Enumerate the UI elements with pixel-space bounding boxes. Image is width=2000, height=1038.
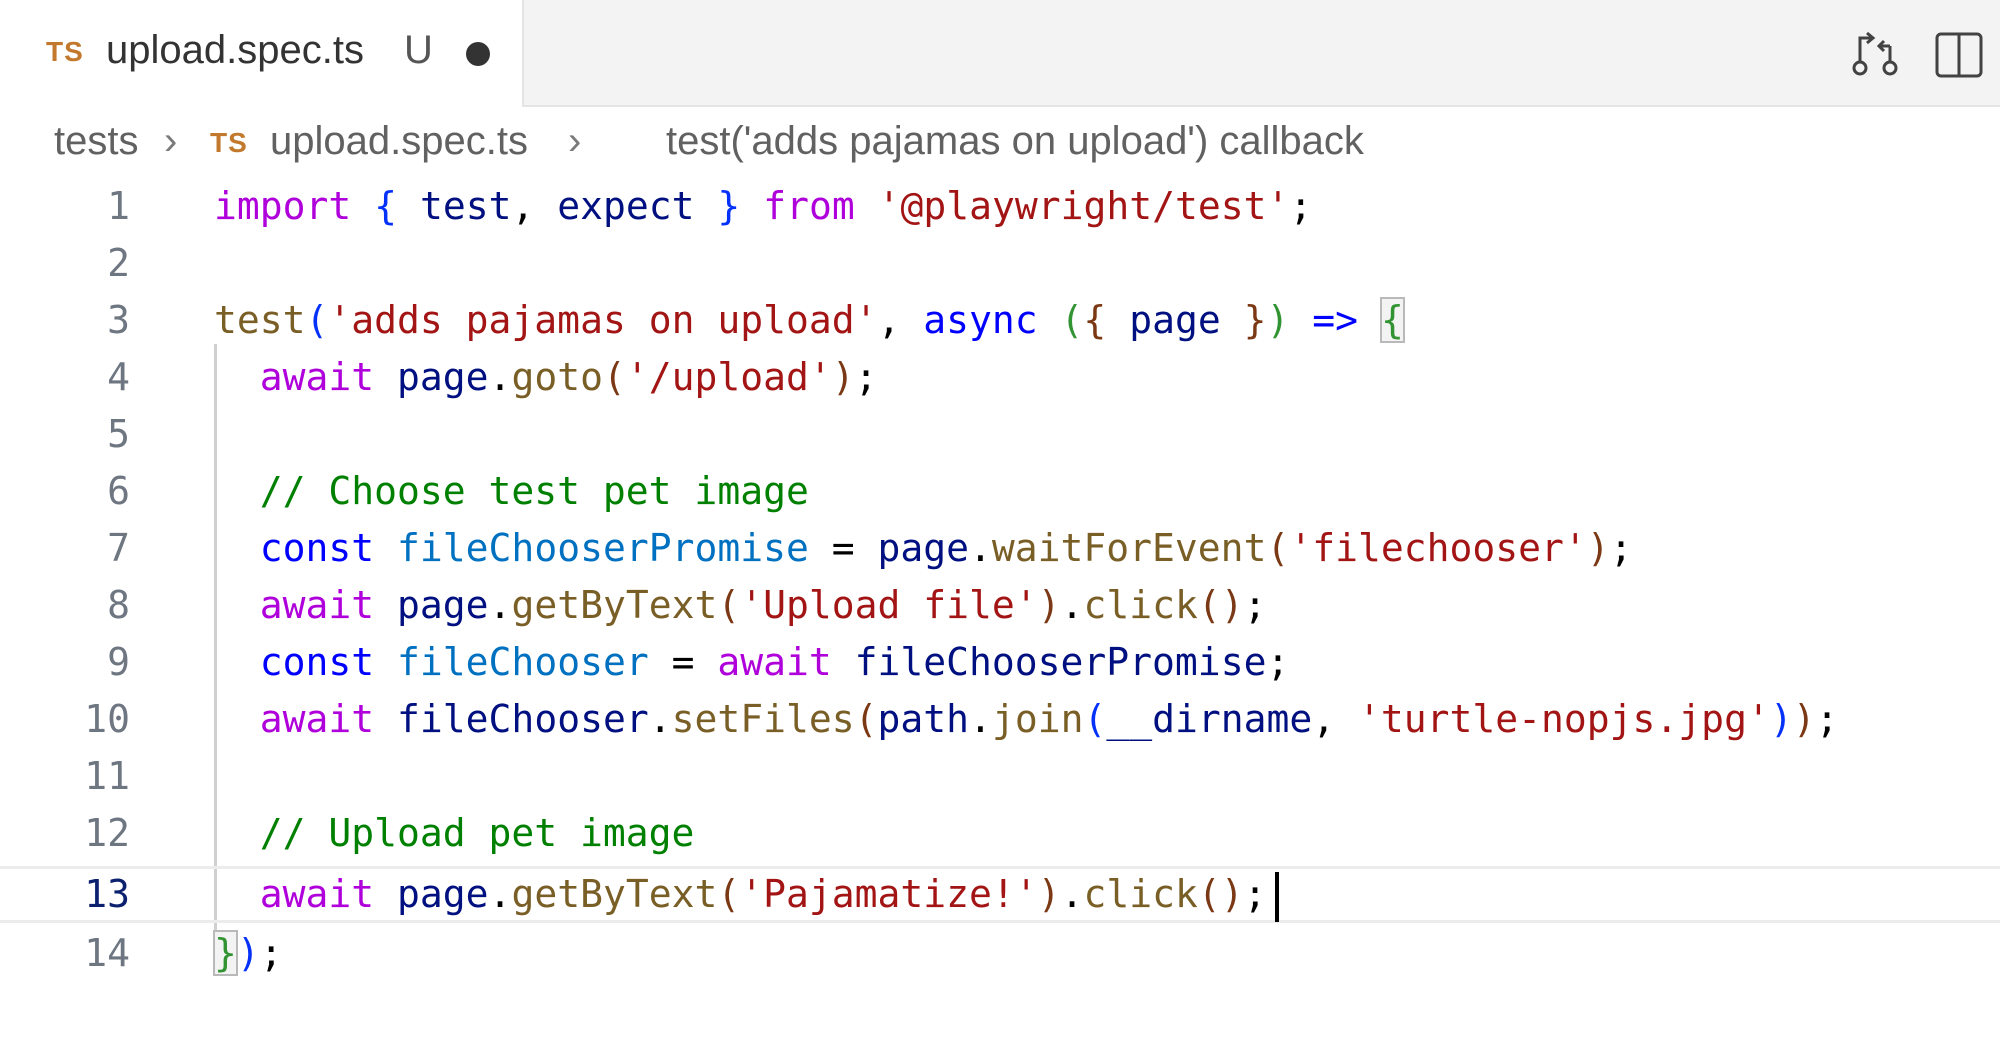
line-text: await page.getByText('Upload file').clic… <box>259 583 1267 627</box>
line-text: const fileChooserPromise = page.waitForE… <box>259 526 1633 570</box>
line-number: 8 <box>107 583 130 627</box>
line-text: await fileChooser.setFiles(path.join(__d… <box>259 697 1839 741</box>
line-number: 9 <box>107 640 130 684</box>
line-text: test('adds pajamas on upload', async ({ … <box>214 297 1405 343</box>
code-line[interactable]: 2 <box>0 235 2000 292</box>
line-text: }); <box>213 930 283 976</box>
code-line[interactable]: 1 import { test, expect } from '@playwri… <box>0 178 2000 235</box>
line-text: // Choose test pet image <box>214 469 809 513</box>
code-line[interactable]: 14 }); <box>0 925 2000 982</box>
code-line[interactable]: 9 const fileChooser = await fileChooserP… <box>0 634 2000 691</box>
line-number: 5 <box>107 412 130 456</box>
line-number: 13 <box>84 872 130 916</box>
code-line[interactable]: 6 // Choose test pet image <box>0 463 2000 520</box>
code-line[interactable]: 7 const fileChooserPromise = page.waitFo… <box>0 520 2000 577</box>
code-editor: TS upload.spec.ts U tests › TS upload.sp… <box>0 0 2000 1038</box>
line-number: 10 <box>84 697 130 741</box>
code-line[interactable]: 11 <box>0 748 2000 805</box>
line-text: await page.getByText('Pajamatize!').clic… <box>259 872 1267 916</box>
line-number: 3 <box>107 298 130 342</box>
line-text: // Upload pet image <box>214 811 695 855</box>
line-text: const fileChooser = await fileChooserPro… <box>259 640 1290 684</box>
line-number: 6 <box>107 469 130 513</box>
code-line[interactable]: 10 await fileChooser.setFiles(path.join(… <box>0 691 2000 748</box>
text-cursor <box>1275 872 1279 922</box>
code-line[interactable]: 8 await page.getByText('Upload file').cl… <box>0 577 2000 634</box>
code-line[interactable]: 5 <box>0 406 2000 463</box>
line-number: 14 <box>84 931 130 975</box>
line-text: import { test, expect } from '@playwrigh… <box>214 184 1313 228</box>
line-text: await page.goto('/upload'); <box>259 355 878 399</box>
code-line[interactable]: 3 test('adds pajamas on upload', async (… <box>0 292 2000 349</box>
code-line-current[interactable]: 13 await page.getByText('Pajamatize!').c… <box>0 866 2000 923</box>
code-line[interactable]: 12 // Upload pet image <box>0 805 2000 862</box>
code-area[interactable]: 1 import { test, expect } from '@playwri… <box>0 0 2000 1038</box>
line-number: 1 <box>107 184 130 228</box>
line-number: 2 <box>107 241 130 285</box>
line-number: 11 <box>84 754 130 798</box>
line-number: 7 <box>107 526 130 570</box>
code-line[interactable]: 4 await page.goto('/upload'); <box>0 349 2000 406</box>
line-number: 4 <box>107 355 130 399</box>
line-number: 12 <box>84 811 130 855</box>
